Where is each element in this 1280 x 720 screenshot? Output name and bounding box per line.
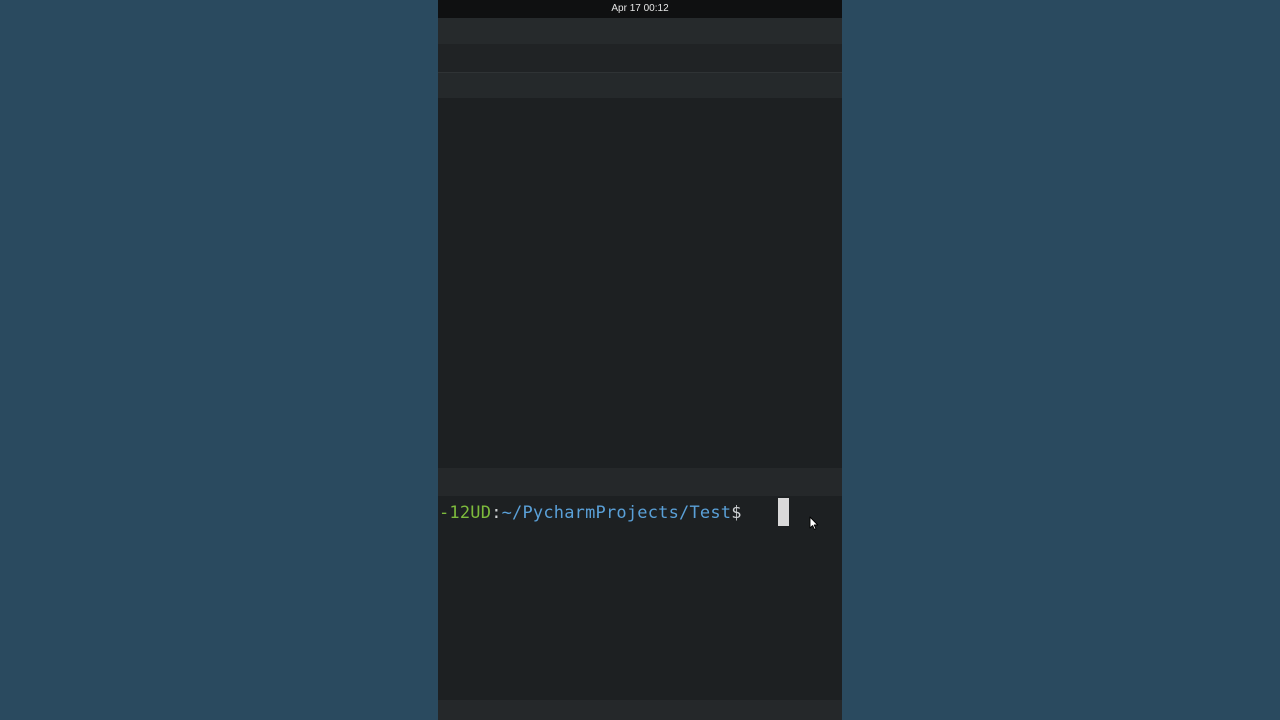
mouse-pointer-icon [809,516,819,530]
toolbar[interactable] [438,44,842,73]
status-bar [438,700,842,720]
terminal-header[interactable] [438,468,842,496]
prompt-dollar: $ [731,503,742,523]
prompt-path: ~/PycharmProjects/Test [501,503,732,523]
terminal-pane[interactable] [438,496,842,700]
tab-bar[interactable] [438,73,842,98]
terminal-cursor [778,498,789,526]
title-bar[interactable] [438,18,842,44]
app-window: Apr 17 00:12 -12UD:~/PycharmProjects/Tes… [438,0,842,720]
terminal-prompt[interactable]: -12UD:~/PycharmProjects/Test$ [439,500,742,526]
editor-pane[interactable] [438,98,842,468]
system-clock[interactable]: Apr 17 00:12 [438,0,842,18]
prompt-colon: : [491,503,502,523]
prompt-host: -12UD [439,503,492,523]
